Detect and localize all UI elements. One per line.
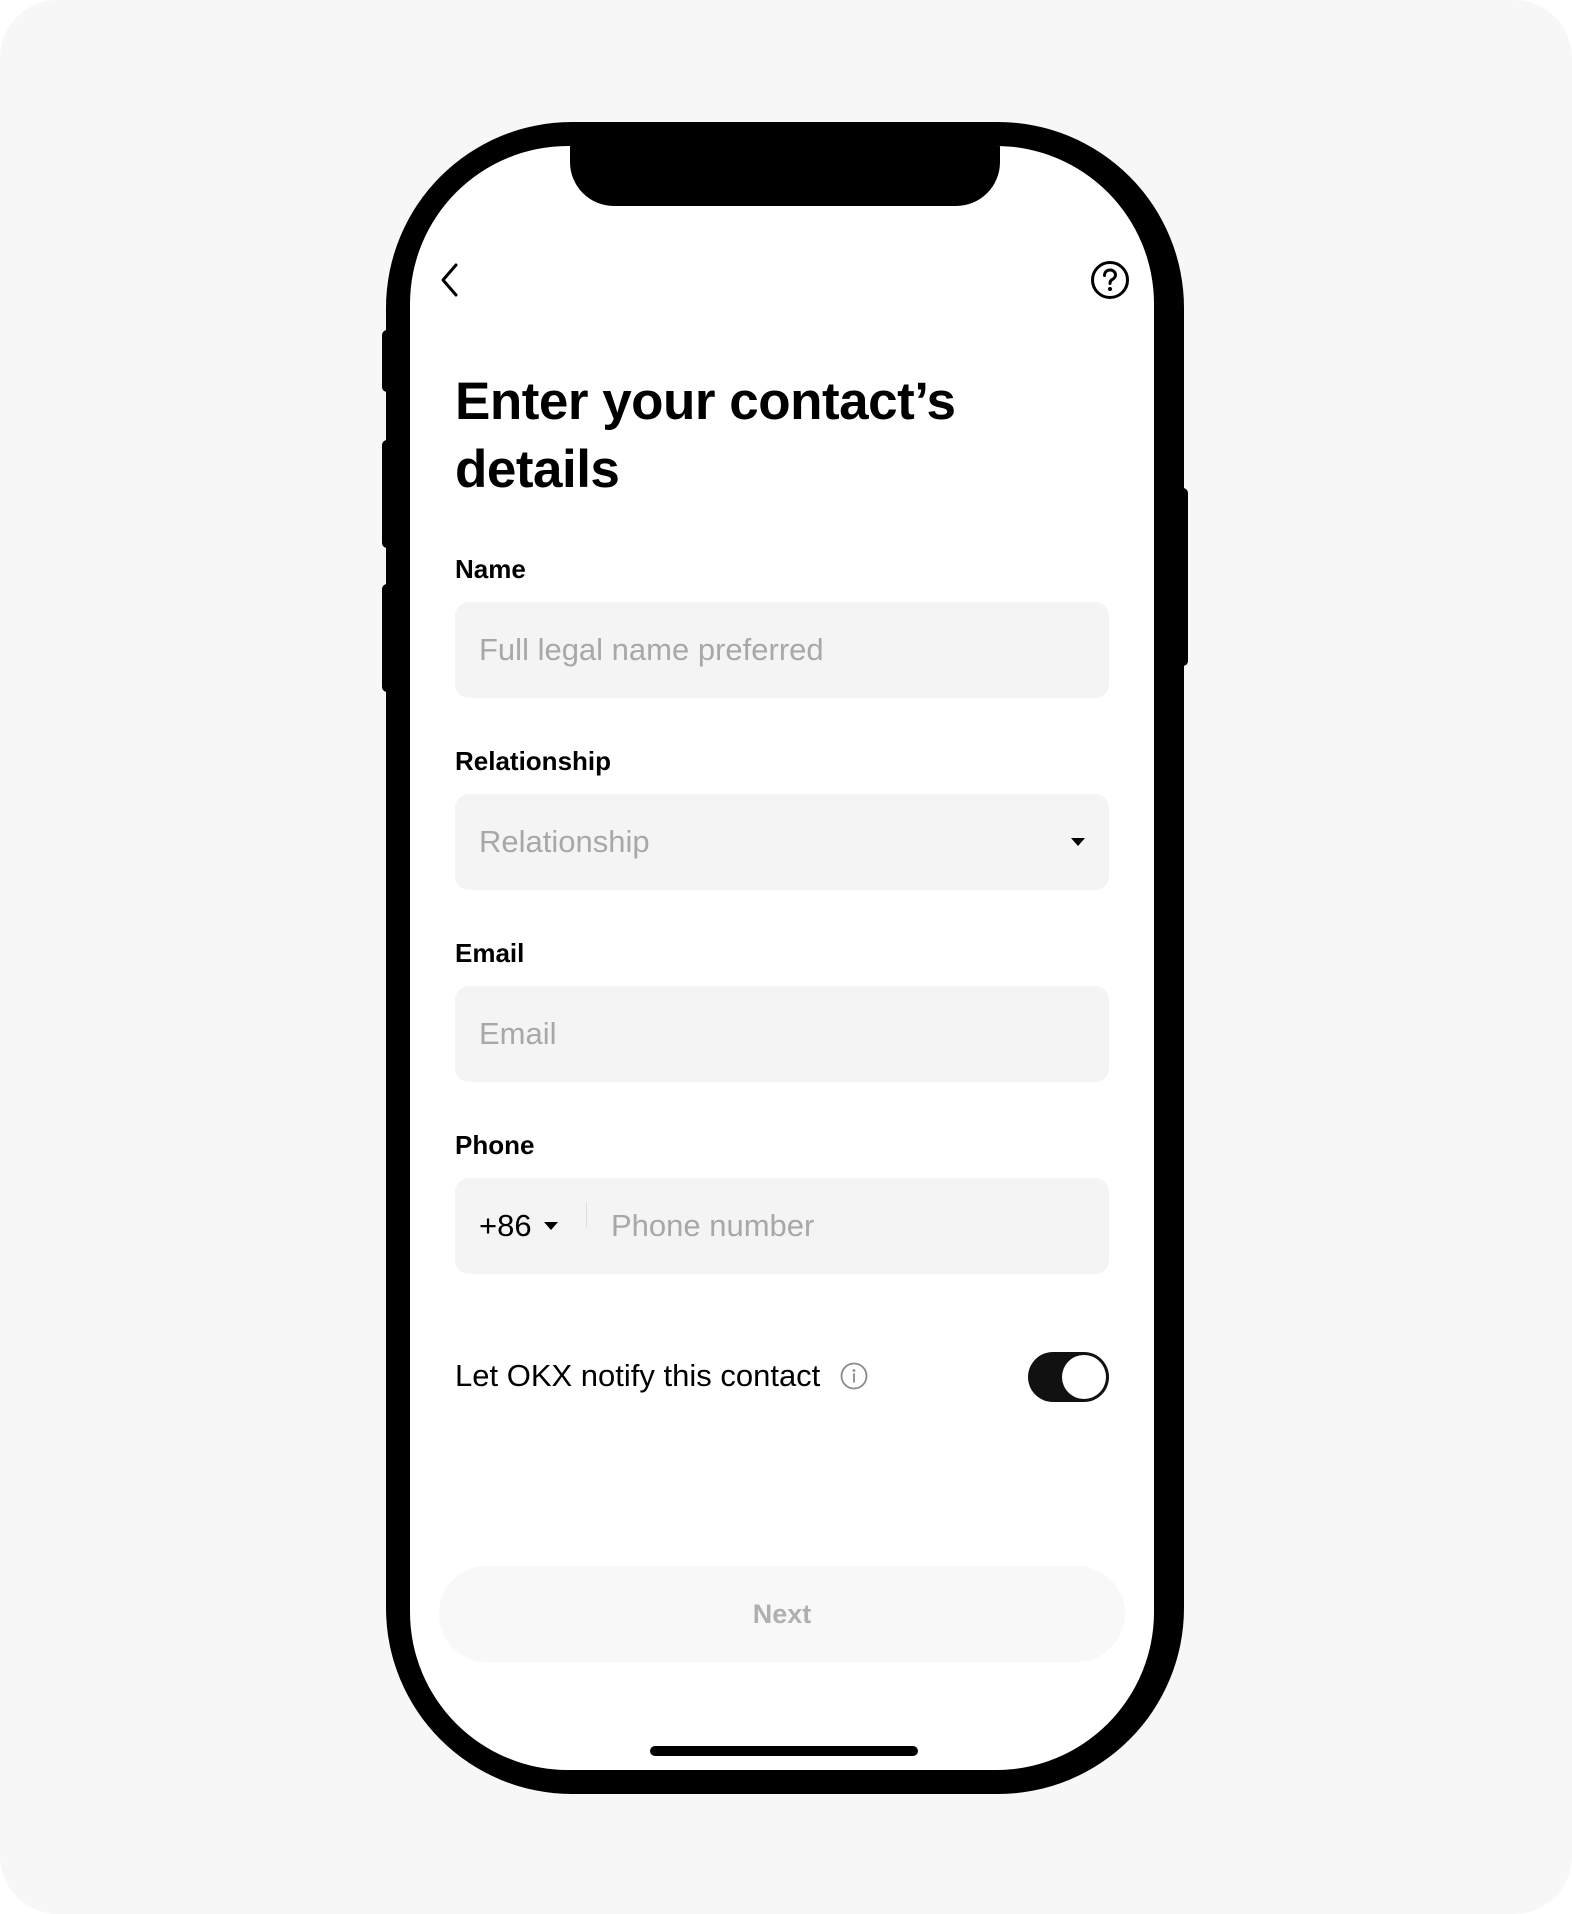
help-button[interactable] [1086, 256, 1134, 304]
country-code-chevron-down-icon [543, 1222, 558, 1230]
info-icon[interactable] [840, 1362, 868, 1390]
page-title: Enter your contact’s details [455, 372, 956, 499]
question-circle-icon [1091, 261, 1129, 299]
notify-contact-toggle[interactable] [1028, 1352, 1109, 1402]
toggle-knob [1062, 1355, 1106, 1399]
email-field-container [455, 986, 1109, 1082]
phone-notch [570, 146, 1000, 206]
relationship-select[interactable]: Relationship [455, 794, 1109, 890]
phone-volume-down-button [382, 584, 392, 692]
phone-power-button [1178, 488, 1188, 666]
chevron-down-icon [1071, 838, 1085, 846]
name-field-container [455, 602, 1109, 698]
phone-screen: Enter your contact’s details Name Relati… [410, 146, 1154, 1770]
home-indicator [650, 1746, 918, 1756]
relationship-label: Relationship [455, 746, 612, 776]
name-label: Name [455, 554, 526, 584]
next-button[interactable]: Next [439, 1566, 1125, 1662]
chevron-left-icon [441, 263, 458, 297]
phone-volume-up-button [382, 440, 392, 548]
phone-silent-switch [382, 330, 392, 392]
email-input[interactable] [479, 986, 1079, 1082]
phone-field-container: +86 [455, 1178, 1109, 1274]
phone-field-divider [586, 1202, 587, 1228]
country-code-select[interactable]: +86 [479, 1178, 558, 1274]
notify-contact-label: Let OKX notify this contact [455, 1358, 821, 1393]
relationship-select-placeholder: Relationship [479, 824, 650, 859]
phone-number-input[interactable] [611, 1178, 1081, 1274]
country-code-value: +86 [479, 1208, 532, 1243]
back-button[interactable] [432, 256, 468, 304]
phone-label: Phone [455, 1130, 535, 1160]
notify-contact-row: Let OKX notify this contact [455, 1358, 868, 1394]
name-input[interactable] [479, 602, 1079, 698]
email-label: Email [455, 938, 525, 968]
